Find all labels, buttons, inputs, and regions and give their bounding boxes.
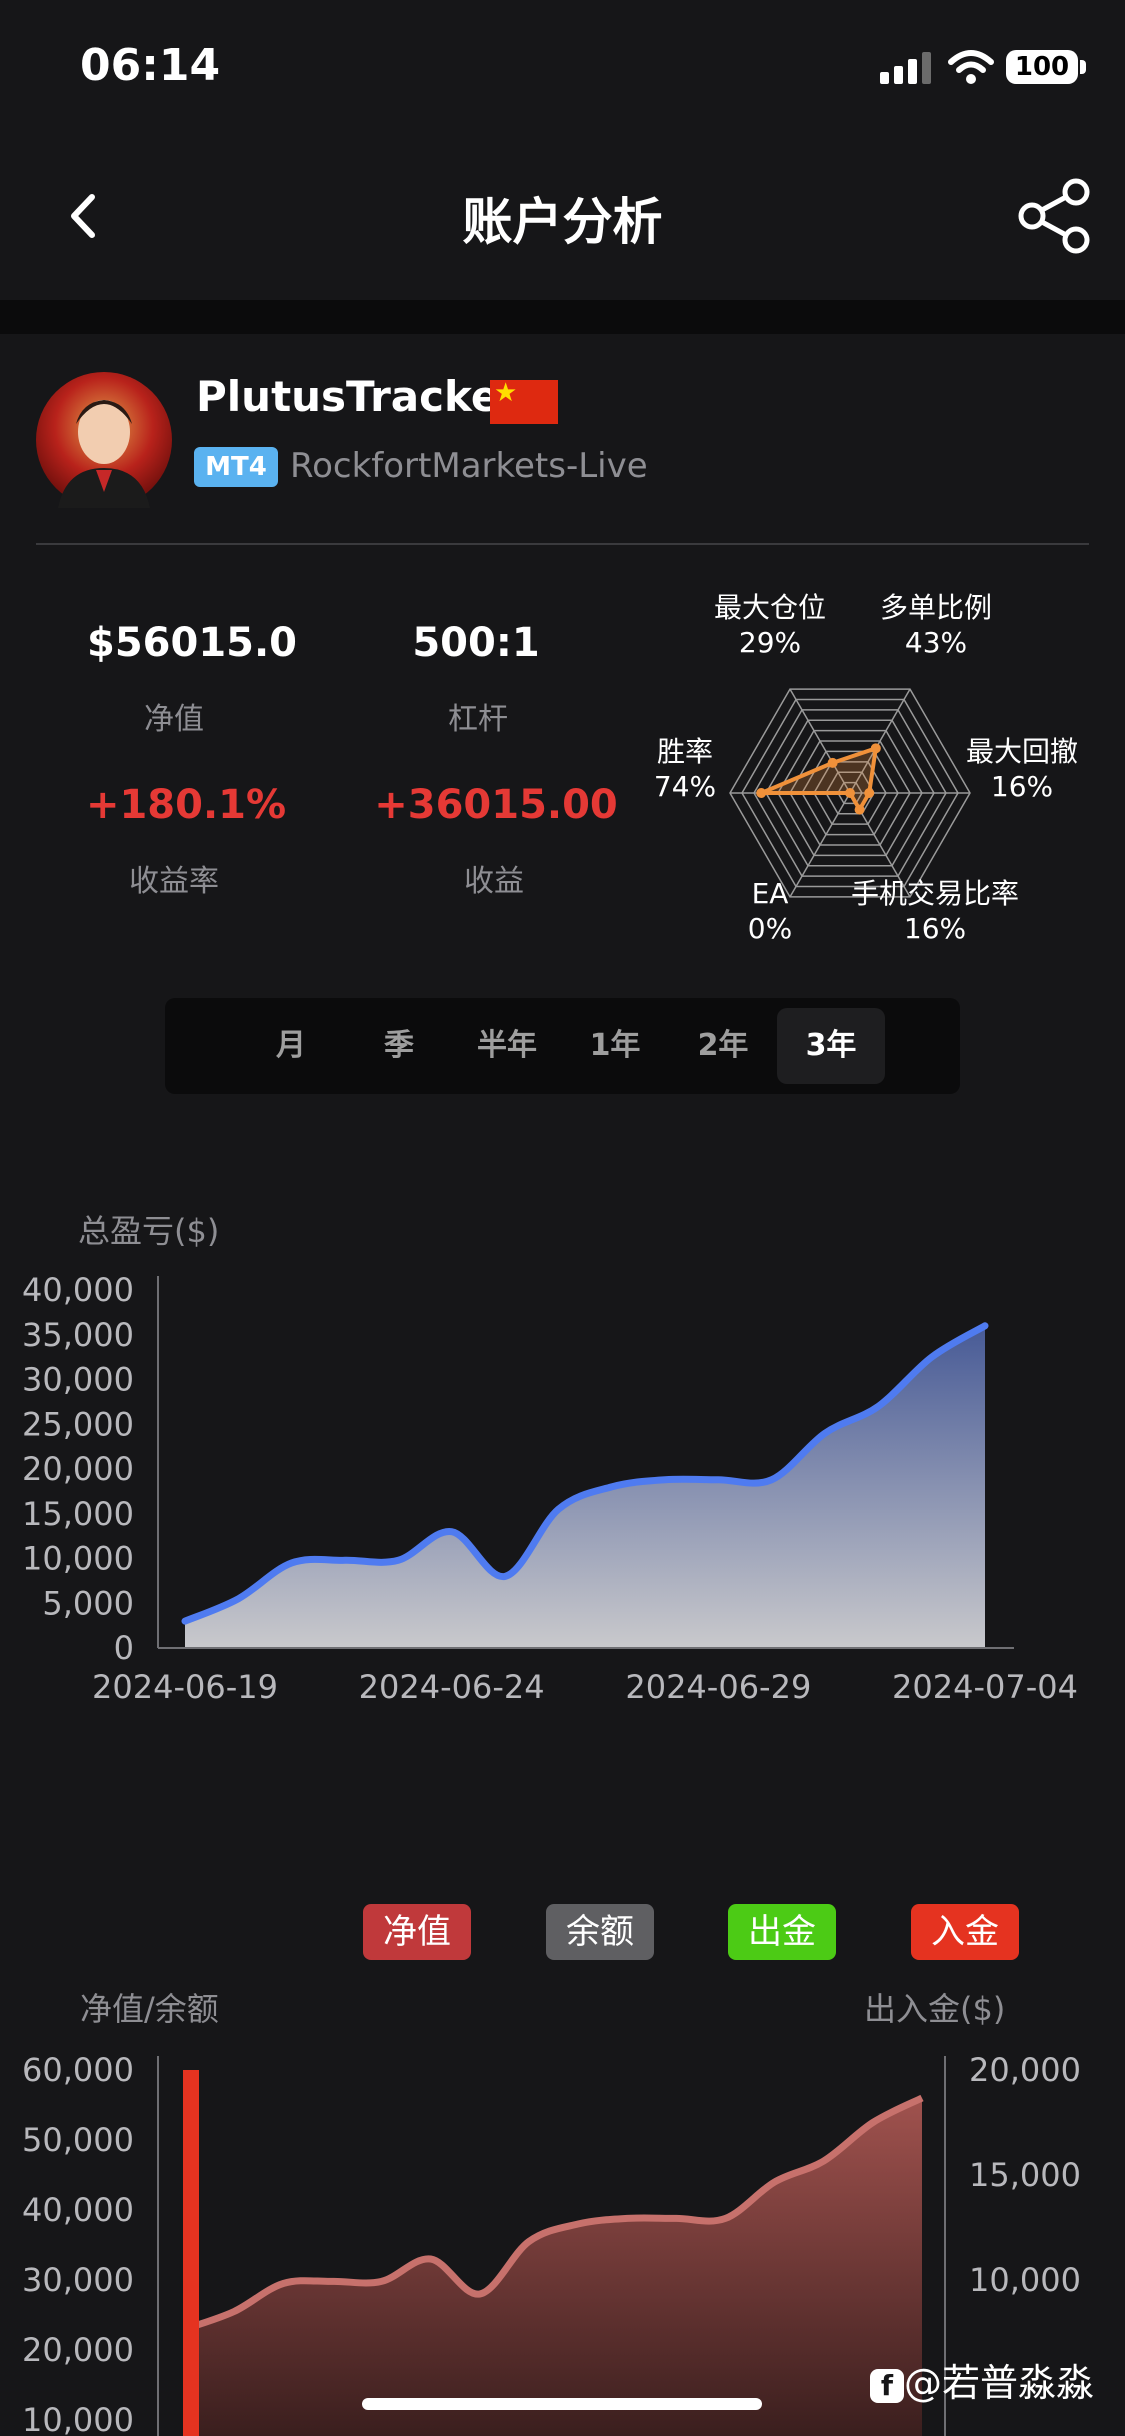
avatar[interactable] xyxy=(36,372,172,508)
pnl-y-tick: 20,000 xyxy=(22,1450,134,1488)
balance-left-tick: 60,000 xyxy=(22,2051,134,2089)
pnl-y-tick: 5,000 xyxy=(42,1584,134,1622)
radar-label-long-ratio: 多单比例 43% xyxy=(866,590,1006,660)
legend-equity[interactable]: 净值 xyxy=(363,1904,471,1960)
battery-indicator: 100 xyxy=(1006,50,1078,84)
balance-chart-right-label: 出入金($) xyxy=(864,1990,1006,2028)
server-name: RockfortMarkets-Live xyxy=(290,446,648,486)
pnl-x-tick: 2024-06-29 xyxy=(625,1668,811,1706)
radar-axis-name: 胜率 xyxy=(656,735,713,768)
profit-value: +36015.00 xyxy=(374,782,618,828)
cellular-signal-icon xyxy=(880,52,931,84)
pnl-y-tick: 0 xyxy=(114,1629,134,1667)
legend-deposit[interactable]: 入金 xyxy=(911,1904,1019,1960)
radar-label-mobile-ratio: 手机交易比率 16% xyxy=(840,876,1030,946)
radar-axis-name: EA xyxy=(751,877,789,910)
radar-axis-value: 16% xyxy=(903,912,967,945)
tab-quarter[interactable]: 季 xyxy=(345,1008,453,1084)
radar-axis-name: 手机交易比率 xyxy=(850,877,1019,910)
deposit-bar xyxy=(183,2070,199,2436)
balance-left-tick: 20,000 xyxy=(22,2331,134,2369)
home-indicator[interactable] xyxy=(362,2398,762,2410)
balance-right-tick: 20,000 xyxy=(969,2051,1081,2089)
pnl-area xyxy=(185,1325,985,1648)
balance-left-tick: 30,000 xyxy=(22,2261,134,2299)
radar-label-max-position: 最大仓位 29% xyxy=(700,590,840,660)
radar-value-point xyxy=(827,757,838,768)
pnl-chart: 0 5,000 10,000 15,000 20,000 25,000 30,000 35,0… xyxy=(22,1271,1078,1706)
section-separator xyxy=(0,300,1125,334)
balance-chart-left-label: 净值/余额 xyxy=(80,1990,219,2028)
page-title: 账户分析 xyxy=(462,193,663,251)
return-rate-label: 收益率 xyxy=(129,864,219,899)
tab-month[interactable]: 月 xyxy=(237,1008,345,1084)
pnl-x-tick: 2024-06-19 xyxy=(92,1668,278,1706)
balance-left-tick: 10,000 xyxy=(22,2401,134,2436)
radar-axis-value: 74% xyxy=(653,770,717,803)
equity-value: $56015.0 xyxy=(86,620,298,666)
legend-balance[interactable]: 余额 xyxy=(546,1904,654,1960)
pnl-y-tick: 15,000 xyxy=(22,1495,134,1533)
pnl-y-tick: 10,000 xyxy=(22,1540,134,1578)
balance-left-tick: 40,000 xyxy=(22,2191,134,2229)
leverage-value: 500:1 xyxy=(412,620,540,666)
tab-half-year[interactable]: 半年 xyxy=(453,1008,561,1084)
pnl-y-tick: 25,000 xyxy=(22,1405,134,1443)
tab-2-year[interactable]: 2年 xyxy=(669,1008,777,1084)
period-tabs: 月 季 半年 1年 2年 3年 xyxy=(165,998,960,1094)
radar-value-point xyxy=(756,788,767,798)
radar-label-win-rate: 胜率 74% xyxy=(650,734,720,804)
radar-value-point xyxy=(870,743,881,754)
radar-axis-value: 0% xyxy=(747,912,793,945)
watermark: f @若普淼淼 xyxy=(870,2352,1094,2407)
pnl-y-tick: 30,000 xyxy=(22,1361,134,1399)
equity-label: 净值 xyxy=(144,702,204,737)
battery-nub xyxy=(1080,60,1086,74)
flag-star-icon: ★ xyxy=(494,378,518,408)
share-icon[interactable] xyxy=(1018,178,1096,254)
radar-axis-name: 多单比例 xyxy=(879,591,992,624)
wifi-icon xyxy=(948,50,994,84)
platform-badge: MT4 xyxy=(194,447,278,487)
radar-label-ea: EA 0% xyxy=(740,876,800,946)
radar-axis-value: 43% xyxy=(904,626,968,659)
legend-withdrawal[interactable]: 出金 xyxy=(728,1904,836,1960)
profile-divider xyxy=(36,543,1089,545)
profit-label: 收益 xyxy=(464,864,524,899)
balance-right-tick: 10,000 xyxy=(969,2261,1081,2299)
pnl-x-tick: 2024-06-24 xyxy=(359,1668,545,1706)
equity-area xyxy=(185,2098,922,2436)
return-rate-value: +180.1% xyxy=(85,782,287,828)
radar-value-point xyxy=(845,788,855,798)
pnl-y-tick: 35,000 xyxy=(22,1316,134,1354)
radar-axis-name: 最大仓位 xyxy=(713,591,826,624)
radar-value-point xyxy=(854,804,865,815)
pnl-y-tick: 40,000 xyxy=(22,1271,134,1309)
platform-logo-icon: f xyxy=(870,2368,904,2403)
username: PlutusTracker xyxy=(196,372,521,421)
balance-right-tick: 15,000 xyxy=(969,2156,1081,2194)
radar-axis-value: 29% xyxy=(738,626,802,659)
pnl-chart-ylabel: 总盈亏($) xyxy=(78,1212,220,1250)
tab-3-year[interactable]: 3年 xyxy=(777,1008,885,1084)
radar-label-max-drawdown: 最大回撤 16% xyxy=(952,734,1092,804)
radar-value-point xyxy=(864,788,875,798)
watermark-text: @若普淼淼 xyxy=(904,2361,1095,2405)
radar-axis-value: 16% xyxy=(990,770,1054,803)
balance-left-tick: 50,000 xyxy=(22,2121,134,2159)
status-time: 06:14 xyxy=(80,40,221,91)
radar-axis-name: 最大回撤 xyxy=(965,735,1078,768)
leverage-label: 杠杆 xyxy=(448,702,508,737)
tab-1-year[interactable]: 1年 xyxy=(561,1008,669,1084)
pnl-x-tick: 2024-07-04 xyxy=(892,1668,1078,1706)
